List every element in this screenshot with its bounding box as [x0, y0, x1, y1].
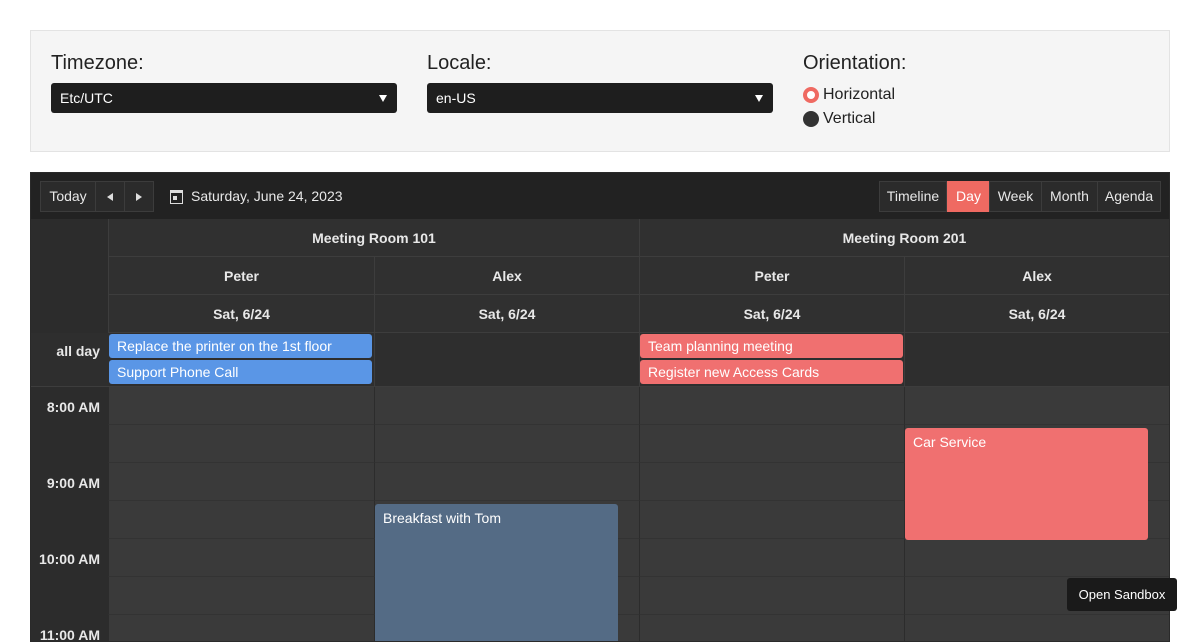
person-alex-201: Alex: [904, 257, 1169, 295]
time-slot[interactable]: [639, 463, 904, 501]
time-slot[interactable]: [108, 463, 374, 501]
radio-vertical-label: Vertical: [823, 110, 876, 127]
time-slot[interactable]: [108, 577, 374, 615]
time-slot[interactable]: [374, 425, 639, 463]
time-slot[interactable]: [108, 501, 374, 539]
current-date: Saturday, June 24, 2023: [191, 188, 343, 204]
time-label: 9:00 AM: [46, 475, 100, 491]
view-day[interactable]: Day: [947, 181, 990, 212]
view-agenda[interactable]: Agenda: [1097, 181, 1161, 212]
header-spacer: [31, 295, 108, 333]
header-spacer: [31, 219, 108, 257]
resource-room-101: Meeting Room 101: [108, 219, 639, 257]
time-slot[interactable]: [639, 387, 904, 425]
col-divider: [374, 333, 375, 387]
time-slot[interactable]: [639, 501, 904, 539]
time-slot[interactable]: [639, 425, 904, 463]
locale-value: en-US: [436, 90, 476, 106]
arrow-right-icon: [136, 193, 142, 202]
arrow-left-icon: [107, 193, 113, 202]
orientation-label: Orientation:: [803, 52, 907, 74]
time-slot[interactable]: [639, 577, 904, 615]
calendar-icon: [170, 190, 183, 204]
timezone-label: Timezone:: [51, 52, 144, 74]
people-header-row: Peter Alex Peter Alex: [31, 257, 1169, 295]
time-slot[interactable]: [904, 539, 1169, 577]
time-slot[interactable]: [904, 387, 1169, 425]
radio-horizontal-label: Horizontal: [823, 86, 896, 103]
time-column: 8:00 AM 9:00 AM 10:00 AM 11:00 AM: [31, 387, 108, 642]
next-button[interactable]: [124, 181, 154, 212]
time-label: 11:00 AM: [39, 627, 100, 642]
resource-room-201: Meeting Room 201: [639, 219, 1169, 257]
orientation-group: Orientation:: [803, 51, 906, 75]
time-label: 10:00 AM: [39, 551, 100, 567]
today-button[interactable]: Today: [40, 181, 96, 212]
scheduler-toolbar: Today Saturday, June 24, 2023 Timeline D…: [31, 173, 1169, 219]
resource-header-row: Meeting Room 101 Meeting Room 201: [31, 219, 1169, 257]
time-slot[interactable]: [904, 615, 1169, 641]
time-slot[interactable]: [108, 539, 374, 577]
prev-button[interactable]: [95, 181, 125, 212]
event-card[interactable]: Car Service: [905, 428, 1148, 540]
allday-event[interactable]: Support Phone Call: [109, 360, 372, 384]
allday-row: all day Replace the printer on the 1st f…: [31, 333, 1169, 387]
col-divider: [904, 333, 905, 387]
caret-down-icon: [379, 95, 387, 102]
time-slot[interactable]: [108, 615, 374, 641]
time-slot[interactable]: [374, 387, 639, 425]
locale-group: Locale:: [427, 51, 492, 75]
date-header-row: Sat, 6/24 Sat, 6/24 Sat, 6/24 Sat, 6/24: [31, 295, 1169, 333]
person-peter-101: Peter: [108, 257, 374, 295]
time-slot[interactable]: [374, 463, 639, 501]
timezone-select[interactable]: Etc/UTC: [51, 83, 397, 113]
view-month[interactable]: Month: [1041, 181, 1098, 212]
event-card[interactable]: Breakfast with Tom: [375, 504, 618, 641]
timezone-group: Timezone:: [51, 51, 144, 75]
locale-label: Locale:: [427, 52, 492, 74]
allday-event[interactable]: Replace the printer on the 1st floor: [109, 334, 372, 358]
view-timeline[interactable]: Timeline: [879, 181, 947, 212]
date-header: Sat, 6/24: [904, 295, 1169, 333]
person-peter-201: Peter: [639, 257, 904, 295]
radio-selected-icon: [803, 87, 819, 103]
view-week[interactable]: Week: [989, 181, 1042, 212]
config-panel: Timezone: Etc/UTC Locale: en-US Orientat…: [30, 30, 1170, 152]
allday-event[interactable]: Register new Access Cards: [640, 360, 903, 384]
timezone-value: Etc/UTC: [60, 90, 113, 106]
allday-label: all day: [56, 343, 100, 359]
header-spacer: [31, 257, 108, 295]
scheduler: Today Saturday, June 24, 2023 Timeline D…: [30, 172, 1170, 642]
radio-unselected-icon: [803, 111, 819, 127]
time-slot[interactable]: [108, 425, 374, 463]
person-alex-101: Alex: [374, 257, 639, 295]
allday-event[interactable]: Team planning meeting: [640, 334, 903, 358]
locale-select[interactable]: en-US: [427, 83, 773, 113]
time-slot[interactable]: [639, 539, 904, 577]
date-header: Sat, 6/24: [108, 295, 374, 333]
date-header: Sat, 6/24: [374, 295, 639, 333]
time-label: 8:00 AM: [46, 399, 100, 415]
date-header: Sat, 6/24: [639, 295, 904, 333]
time-slot[interactable]: [639, 615, 904, 641]
caret-down-icon: [755, 95, 763, 102]
time-slot[interactable]: [108, 387, 374, 425]
open-sandbox-button[interactable]: Open Sandbox: [1067, 578, 1177, 611]
